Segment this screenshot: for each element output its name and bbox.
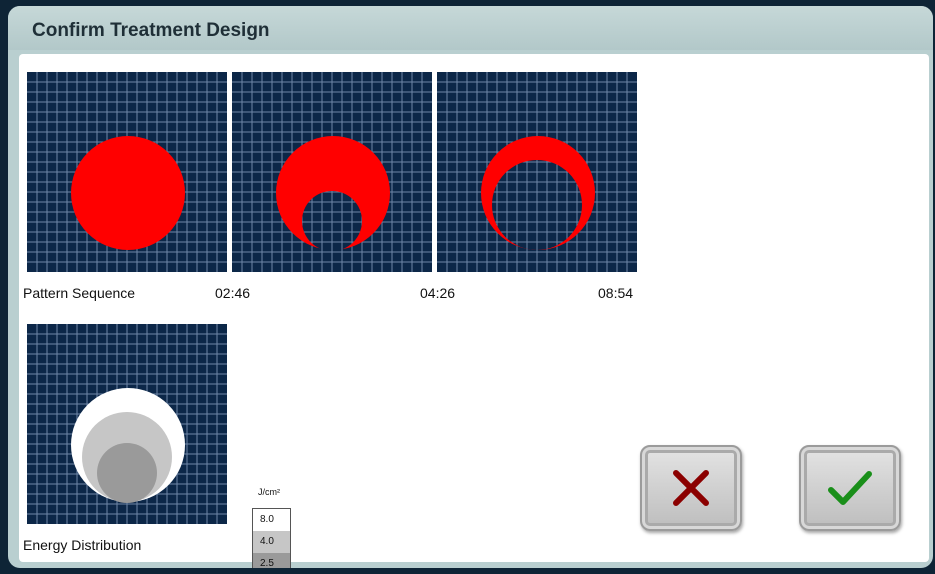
pattern-step-2-panel bbox=[232, 72, 432, 272]
pattern-step-3-shape bbox=[481, 136, 595, 250]
pattern-time-1: 02:46 bbox=[215, 285, 251, 301]
pattern-step-1-panel bbox=[27, 72, 227, 272]
energy-distribution-label: Energy Distribution bbox=[23, 537, 142, 553]
pattern-time-2: 04:26 bbox=[420, 285, 456, 301]
x-icon bbox=[673, 470, 709, 506]
pattern-time-3: 08:54 bbox=[598, 285, 634, 301]
legend-level-low: 2.5 bbox=[253, 553, 290, 568]
dialog-title: Confirm Treatment Design bbox=[32, 20, 270, 41]
pattern-step-2-shape bbox=[276, 136, 390, 250]
confirm-button[interactable] bbox=[799, 445, 901, 531]
energy-legend: 8.0 4.0 2.5 bbox=[252, 508, 291, 568]
energy-zone-low bbox=[97, 443, 157, 503]
pattern-sequence-label: Pattern Sequence bbox=[23, 285, 136, 301]
energy-distribution-panel bbox=[27, 324, 227, 524]
dialog-content: Pattern Sequence 02:46 04:26 08:54 Energ… bbox=[19, 54, 929, 568]
dialog-titlebar: Confirm Treatment Design bbox=[8, 6, 933, 50]
legend-level-high: 8.0 bbox=[253, 509, 290, 531]
pattern-step-3-panel bbox=[437, 72, 637, 272]
cancel-button[interactable] bbox=[640, 445, 742, 531]
confirm-treatment-dialog: Confirm Treatment Design Pattern Sequenc… bbox=[8, 6, 933, 568]
pattern-step-1-shape bbox=[71, 136, 185, 250]
legend-unit: J/cm² bbox=[258, 487, 280, 497]
legend-level-mid: 4.0 bbox=[253, 531, 290, 553]
check-icon bbox=[828, 471, 872, 505]
